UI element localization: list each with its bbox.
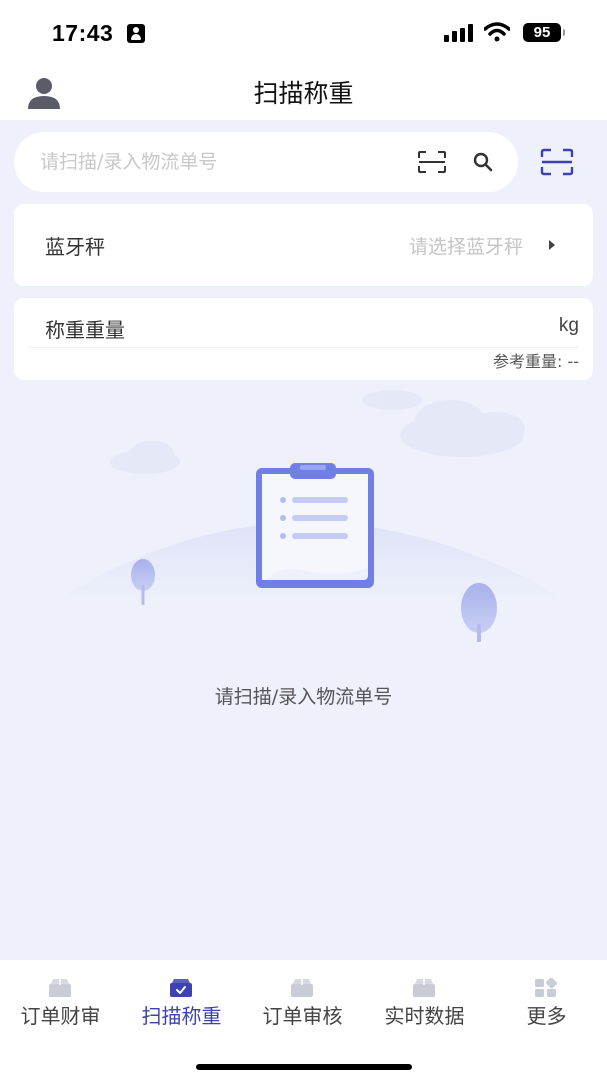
header: 扫描称重 <box>0 62 607 120</box>
tab-label: 实时数据 <box>384 1004 465 1028</box>
search-input[interactable] <box>40 132 400 192</box>
bluetooth-scale-select[interactable]: 请选择蓝牙秤 <box>409 232 523 259</box>
empty-state-illustration <box>50 390 575 642</box>
tab-label: 更多 <box>526 1004 567 1028</box>
signal-icon <box>444 24 476 42</box>
search-bar <box>14 132 518 192</box>
search-icon[interactable] <box>472 151 494 173</box>
page-title: 扫描称重 <box>253 79 354 108</box>
box-icon <box>49 979 71 997</box>
box-icon <box>291 979 313 997</box>
scan-icon[interactable] <box>417 150 447 174</box>
bluetooth-scale-row[interactable]: 蓝牙秤 请选择蓝牙秤 <box>14 204 593 286</box>
chevron-right-icon <box>549 240 555 250</box>
home-indicator <box>196 1064 412 1070</box>
status-bar: 17:43 95 <box>0 0 607 62</box>
person-badge-icon <box>127 24 145 43</box>
clipboard-icon <box>256 463 374 588</box>
grid-icon <box>535 978 557 997</box>
empty-state-text: 请扫描/录入物流单号 <box>214 686 393 708</box>
tab-order-review[interactable]: 订单审核 <box>242 960 363 1040</box>
status-time: 17:43 <box>52 20 114 46</box>
bluetooth-scale-label: 蓝牙秤 <box>45 235 105 259</box>
box-icon <box>413 979 435 997</box>
reference-weight: 参考重量: -- <box>492 352 579 371</box>
tab-label: 订单审核 <box>262 1004 343 1028</box>
wifi-icon <box>484 22 510 42</box>
weight-label: 称重重量 <box>45 318 125 342</box>
main-content: 蓝牙秤 请选择蓝牙秤 称重重量 kg 参考重量: -- <box>0 120 607 960</box>
scan-box-icon <box>170 979 192 997</box>
tab-bar: 订单财审 扫描称重 订单审核 实时数据 更多 <box>0 960 607 1080</box>
weight-card: 称重重量 kg 参考重量: -- <box>14 298 593 380</box>
tab-more[interactable]: 更多 <box>486 960 607 1040</box>
battery-icon: 95 <box>523 23 565 42</box>
scan-code-button[interactable] <box>540 148 574 176</box>
tab-label: 订单财审 <box>20 1004 101 1028</box>
tab-order-finance[interactable]: 订单财审 <box>0 960 121 1040</box>
weight-unit: kg <box>558 315 579 336</box>
tab-label: 扫描称重 <box>141 1004 222 1028</box>
tab-scan-weigh[interactable]: 扫描称重 <box>121 960 242 1040</box>
tab-realtime-data[interactable]: 实时数据 <box>364 960 485 1040</box>
